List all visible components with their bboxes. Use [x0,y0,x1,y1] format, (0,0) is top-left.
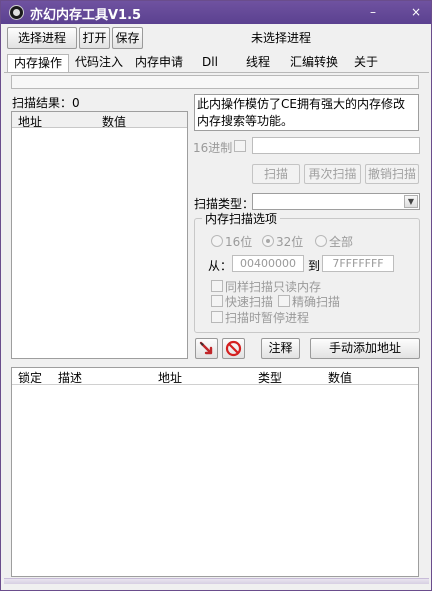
col-description[interactable]: 描述 [58,369,82,386]
from-label: 从： [208,259,233,273]
description-box: 此内操作模仿了CE拥有强大的内存修改 内存搜索等功能。 [194,94,419,131]
tab-bar: 内存操作 代码注入 内存申请 Dll 线程 汇编转换 关于 [4,54,429,72]
tab-thread[interactable]: 线程 [240,54,276,72]
results-col-value[interactable]: 数值 [102,113,126,130]
undo-scan-button[interactable]: 撤销扫描 [365,164,419,184]
hex-label: 16进制 [193,141,233,155]
tab-code-inject[interactable]: 代码注入 [70,54,128,72]
tab-dll[interactable]: Dll [194,54,226,72]
tab-memory[interactable]: 内存操作 [7,54,69,72]
exact-scan-label: 精确扫描 [292,295,341,309]
main-window: 亦幻内存工具V1.5 – × 选择进程 打开 保存 未选择进程 内存操作 代码注… [0,0,432,591]
radio-16bit[interactable] [211,235,223,247]
description-line-1: 此内操作模仿了CE拥有强大的内存修改 [197,97,405,111]
scan-button[interactable]: 扫描 [252,164,300,184]
tab-divider [4,72,429,73]
progress-bar [11,75,419,89]
tab-memory-alloc[interactable]: 内存申请 [130,54,188,72]
scan-type-select[interactable]: ▼ [252,193,420,210]
rescan-button[interactable]: 再次扫描 [304,164,361,184]
radio-32bit[interactable] [262,235,274,247]
fast-scan-checkbox[interactable] [211,295,223,307]
scan-value-input[interactable] [252,137,420,154]
title-bar[interactable]: 亦幻内存工具V1.5 – × [1,1,431,24]
scan-options-title: 内存扫描选项 [202,210,281,227]
pause-checkbox[interactable] [211,311,223,323]
note-button[interactable]: 注释 [261,338,300,359]
tab-asm[interactable]: 汇编转换 [284,54,344,72]
results-header: 地址 数值 [12,112,187,130]
tab-about[interactable]: 关于 [348,54,384,72]
manual-add-button[interactable]: 手动添加地址 [310,338,420,359]
status-bar [4,578,429,584]
arrow-icon [199,341,213,355]
col-type[interactable]: 类型 [258,369,282,386]
clear-button[interactable] [222,338,245,359]
scan-result-count: 扫描结果：0 [12,96,80,110]
chevron-down-icon[interactable]: ▼ [404,195,418,208]
radio-all[interactable] [315,235,327,247]
label-32bit: 32位 [276,235,304,249]
exact-scan-checkbox[interactable] [278,295,290,307]
label-16bit: 16位 [225,235,253,249]
scan-results-list[interactable]: 地址 数值 [11,111,188,359]
pointer-button[interactable] [195,338,218,359]
col-value[interactable]: 数值 [328,369,352,386]
select-process-button[interactable]: 选择进程 [7,27,77,49]
window-title: 亦幻内存工具V1.5 [30,8,142,23]
label-all: 全部 [329,235,354,249]
open-button[interactable]: 打开 [79,27,110,49]
pause-label: 扫描时暂停进程 [225,311,310,325]
process-status: 未选择进程 [251,31,312,45]
hex-checkbox[interactable] [234,140,246,152]
to-label: 到 [308,259,321,273]
minimize-button[interactable]: – [363,3,383,21]
close-button[interactable]: × [406,3,426,21]
readonly-checkbox[interactable] [211,280,223,292]
fast-scan-label: 快速扫描 [225,295,274,309]
to-address-input[interactable]: 7FFFFFFF [322,255,394,272]
forbidden-icon [225,340,242,357]
from-address-input[interactable]: 00400000 [232,255,304,272]
save-button[interactable]: 保存 [112,27,143,49]
app-logo-icon [9,5,24,20]
col-lock[interactable]: 锁定 [18,369,42,386]
col-address[interactable]: 地址 [158,369,182,386]
address-list[interactable]: 锁定 描述 地址 类型 数值 [11,367,419,577]
address-list-header: 锁定 描述 地址 类型 数值 [12,368,418,385]
description-line-2: 内存搜索等功能。 [197,114,294,128]
results-col-address[interactable]: 地址 [18,113,42,130]
